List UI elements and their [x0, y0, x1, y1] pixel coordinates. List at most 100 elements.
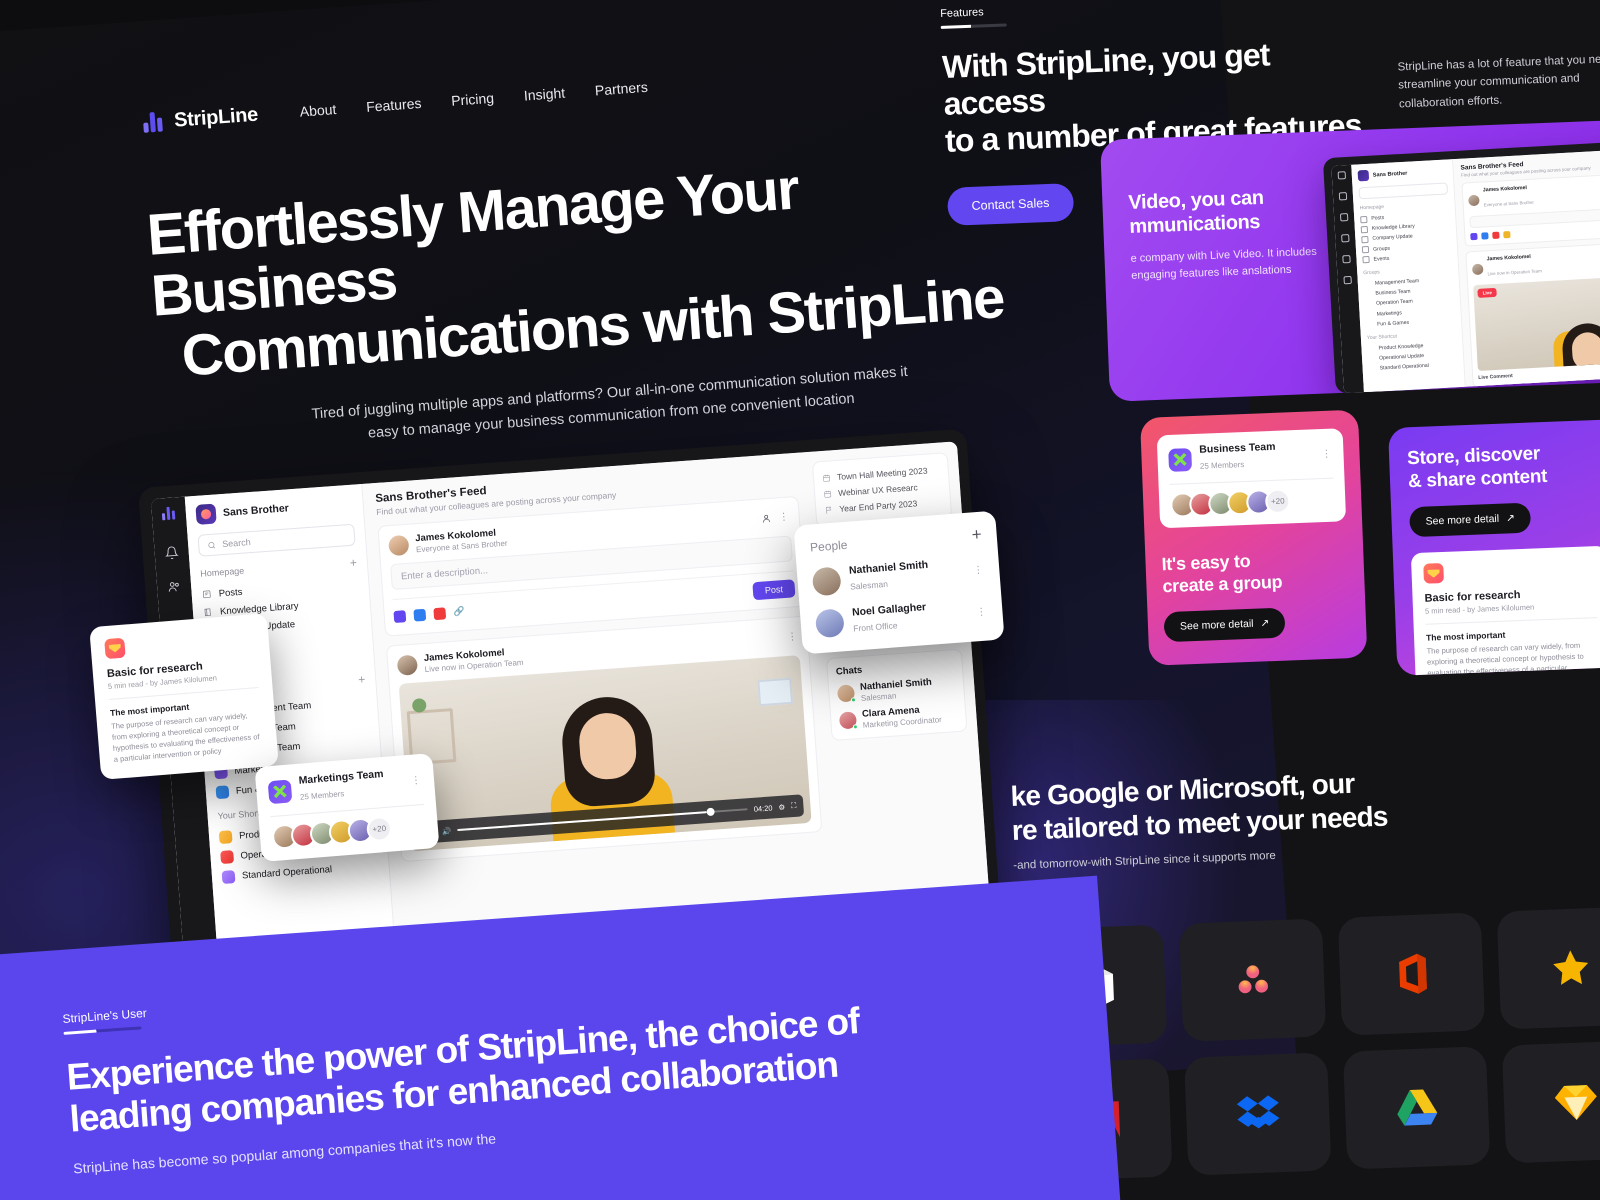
nav-link-about[interactable]: About [299, 101, 337, 120]
fullscreen-icon[interactable]: ⛶ [791, 801, 797, 811]
workspace-avatar-icon [195, 503, 217, 525]
logo-tile-asana[interactable] [1178, 918, 1327, 1042]
list-item[interactable]: Clara Amena Marketing Coordinator [838, 702, 958, 731]
logo-tile-sketch[interactable] [1501, 1040, 1600, 1164]
group-see-more-label: See more detail [1179, 617, 1254, 633]
bell-icon[interactable] [164, 545, 179, 560]
attach-file-icon[interactable] [393, 610, 407, 624]
logo-tile-microsoft-office[interactable] [1337, 912, 1486, 1036]
people-icon[interactable] [1339, 213, 1349, 222]
operational-update-icon [220, 849, 235, 864]
floating-team-card: Marketings Team 25 Members ⋮ +20 [254, 753, 440, 862]
add-group-icon[interactable]: + [358, 672, 366, 686]
list-item[interactable]: Nathaniel Smith Salesman ⋮ [811, 555, 986, 598]
management-team-icon [1364, 280, 1371, 287]
group-more-icon[interactable]: ⋮ [1321, 448, 1332, 459]
volume-icon[interactable]: 🔊 [442, 826, 452, 836]
search-input[interactable]: Search [197, 523, 356, 557]
sidebar-label-standard-operational: Standard Operational [241, 863, 333, 882]
post-button[interactable]: Post [752, 579, 796, 601]
add-person-icon[interactable]: + [971, 525, 982, 545]
nav-link-pricing[interactable]: Pricing [451, 90, 495, 109]
avatar [388, 534, 410, 556]
group-overflow-count[interactable]: +20 [1264, 488, 1291, 515]
create-group-feature-card: Business Team 25 Members ⋮ +20 It's easy… [1140, 409, 1368, 666]
person-role: Front Office [852, 620, 898, 634]
store-see-more-button[interactable]: See more detail ↗ [1409, 502, 1532, 538]
team-more-icon[interactable]: ⋮ [411, 774, 423, 786]
mini-live-status: Live now in Operation Team [1487, 268, 1542, 277]
arrow-up-right-icon: ↗ [1505, 512, 1516, 525]
list-item[interactable]: Nathaniel Smith Salesman [836, 675, 956, 704]
google-drive-logo-icon [1396, 1089, 1437, 1126]
page-root: StripLine About Features Pricing Insight… [0, 0, 1600, 1200]
logo-tile-star[interactable] [1496, 906, 1600, 1030]
arrow-up-right-icon: ↗ [1260, 617, 1270, 630]
product-knowledge-icon [218, 829, 233, 844]
mini-sidebar: Sans Brother Homepage Posts Knowledge Li… [1351, 159, 1466, 393]
mini-search-input[interactable] [1358, 182, 1449, 200]
add-homepage-icon[interactable]: + [349, 556, 357, 570]
video-icon[interactable] [433, 607, 447, 621]
logo-tile-google-drive[interactable] [1342, 1046, 1491, 1170]
bell-icon[interactable] [1338, 192, 1348, 201]
group-see-more-button[interactable]: See more detail ↗ [1163, 607, 1286, 643]
chat-icon[interactable] [1341, 234, 1350, 243]
lock-icon[interactable] [1342, 254, 1351, 264]
book-icon [204, 608, 211, 617]
image-icon[interactable] [413, 608, 427, 622]
gear-icon[interactable] [1343, 275, 1352, 285]
workspace-name: Sans Brother [222, 502, 290, 519]
band-title: Experience the power of StripLine, the c… [65, 997, 909, 1141]
section-label-homepage: Homepage [199, 565, 245, 579]
mini-workspace[interactable]: Sans Brother [1357, 165, 1447, 182]
composer-more-icon[interactable]: ⋮ [778, 511, 790, 523]
create-group-title-line2: create a group [1162, 571, 1283, 597]
live-post-more-icon[interactable]: ⋮ [787, 631, 799, 643]
person-more-icon[interactable]: ⋮ [976, 606, 988, 618]
group-avatar-stack: +20 [1169, 487, 1335, 518]
mini-video[interactable]: Live [1473, 275, 1600, 372]
live-video-player[interactable]: ❚❚ 🔊 04:20 ⚙ ⛶ [398, 655, 812, 852]
live-video-description: e company with Live Video. It includes e… [1130, 245, 1317, 282]
nav-link-partners[interactable]: Partners [594, 79, 648, 99]
nav-link-features[interactable]: Features [366, 95, 422, 115]
live-video-copy: Video, you can mmunications e company wi… [1128, 183, 1351, 285]
star-logo-icon [1552, 950, 1588, 985]
live-video-feature-card: Video, you can mmunications e company wi… [1100, 120, 1600, 402]
link-icon[interactable] [453, 606, 466, 619]
marketings-icon [1365, 311, 1372, 318]
business-team-icon [1168, 447, 1193, 472]
people-icon[interactable] [167, 579, 182, 594]
divider [1169, 477, 1334, 485]
features-description: StripLine has a lot of feature that you … [1397, 53, 1600, 111]
contact-sales-button[interactable]: Contact Sales [946, 183, 1075, 227]
person-icon[interactable] [760, 513, 772, 525]
image-icon[interactable] [1481, 232, 1489, 240]
link-icon[interactable] [1503, 231, 1511, 239]
sketch-logo-icon [1554, 1085, 1597, 1120]
microsoft-office-logo-icon [1398, 953, 1427, 994]
logo-tile-dropbox[interactable] [1184, 1052, 1332, 1176]
business-team-icon [1364, 291, 1371, 298]
avatar [811, 566, 842, 597]
live-video-title: Video, you can mmunications [1128, 183, 1350, 239]
video-icon[interactable] [1492, 231, 1500, 240]
brand-logo[interactable]: StripLine [142, 103, 259, 134]
person-role: Salesman [849, 578, 889, 592]
store-see-more-label: See more detail [1425, 513, 1500, 528]
settings-icon[interactable]: ⚙ [778, 802, 785, 811]
avatar [838, 711, 859, 730]
nav-link-insight[interactable]: Insight [523, 85, 565, 104]
posts-icon [202, 590, 211, 599]
mini-live-author: James Kokolomel [1486, 253, 1531, 263]
workspace-switcher[interactable]: Sans Brother [195, 494, 353, 525]
member-avatar-stack: +20 [271, 813, 427, 851]
hero-subtitle: Tired of juggling multiple apps and plat… [311, 364, 909, 442]
video-progress-bar[interactable] [457, 807, 748, 832]
person-more-icon[interactable]: ⋮ [973, 564, 985, 576]
attach-file-icon[interactable] [1470, 232, 1478, 241]
app-logo-icon [161, 506, 177, 521]
standard-operational-icon [221, 869, 236, 884]
list-item[interactable]: Noel Gallagher Front Office ⋮ [814, 596, 989, 639]
